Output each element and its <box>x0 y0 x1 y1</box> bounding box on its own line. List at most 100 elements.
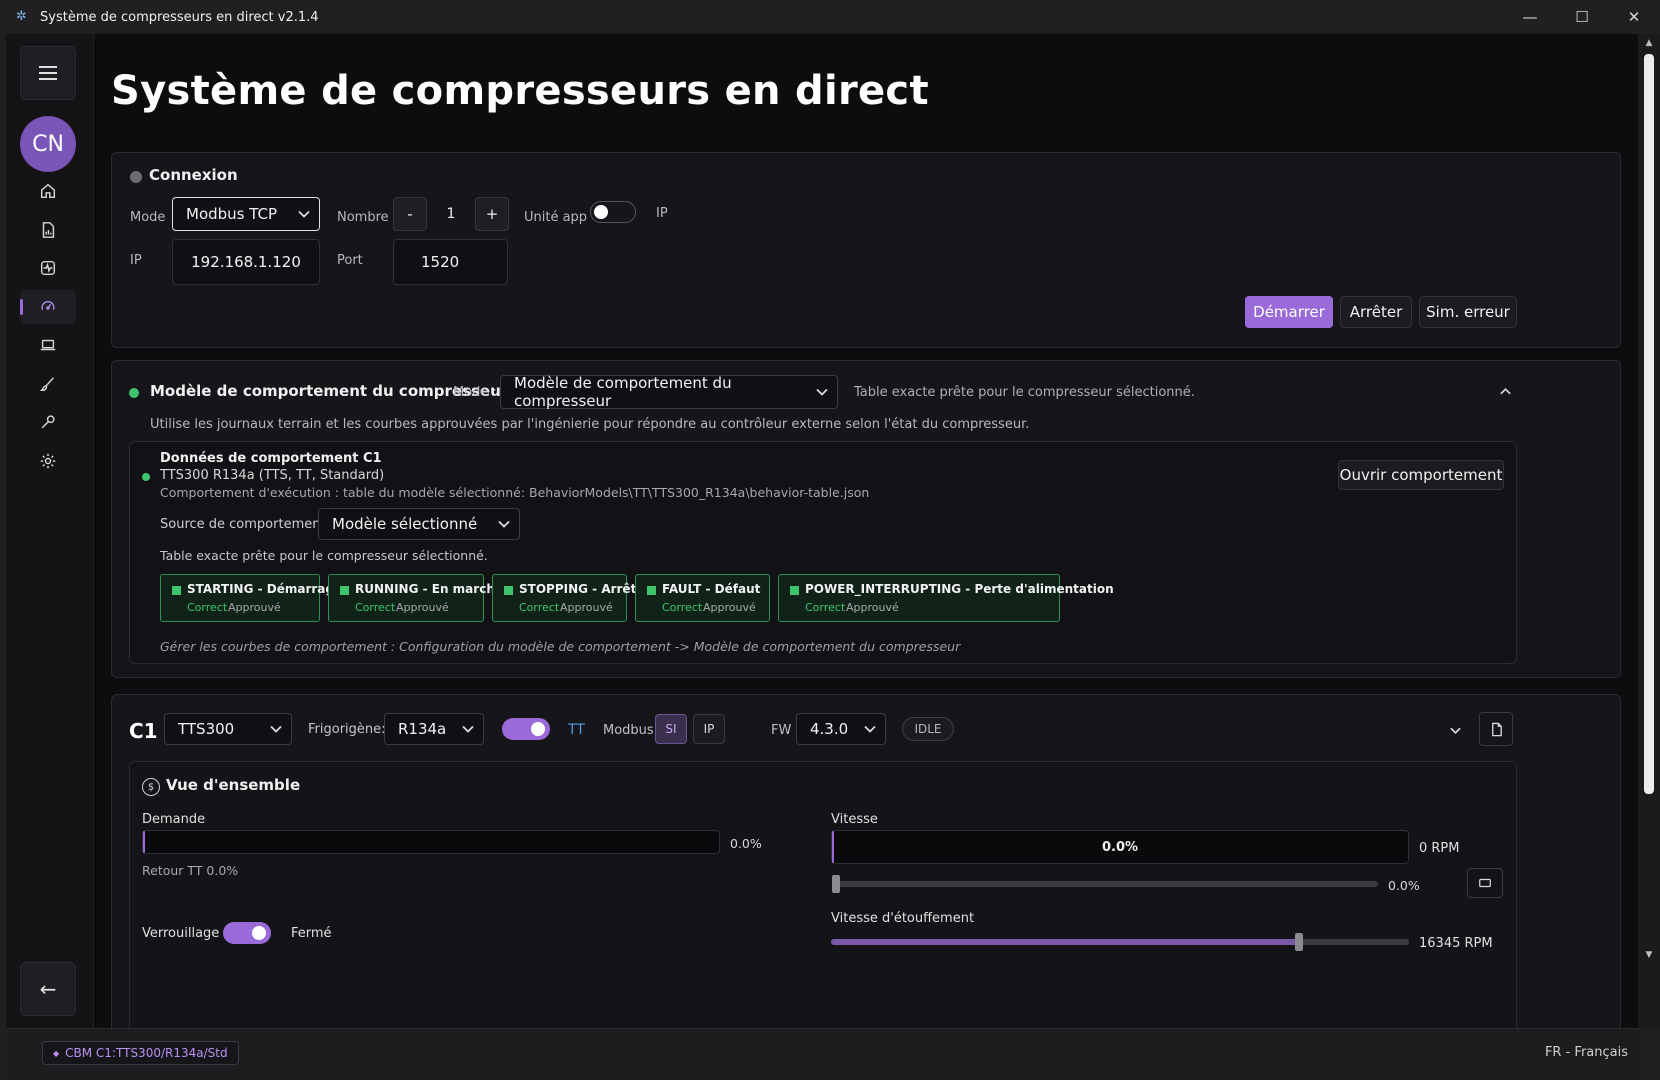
speed-bar-fill <box>832 831 834 863</box>
state-approval: Approuvé <box>396 601 449 614</box>
compressor-model-select[interactable]: TTS300 <box>164 713 292 745</box>
count-label: Nombre <box>337 210 389 225</box>
state-chip-stopping[interactable]: STOPPING - Arrêt Correct Approuvé <box>492 574 636 622</box>
pulse-icon <box>40 260 56 276</box>
state-status: Correct <box>187 601 228 614</box>
nav-reports[interactable] <box>20 213 76 247</box>
nav-devices[interactable] <box>20 328 76 362</box>
ip-input[interactable]: 192.168.1.120 <box>172 239 320 285</box>
page-title: Système de compresseurs en direct <box>111 68 929 114</box>
speed-slider-thumb[interactable] <box>832 875 840 893</box>
app-icon: ✲ <box>16 9 27 24</box>
demand-value: 0.0% <box>730 836 762 851</box>
connection-status-dot <box>130 171 142 183</box>
state-chip-power-interrupting[interactable]: POWER_INTERRUPTING - Perte d'alimentatio… <box>778 574 1114 622</box>
state-chip-starting[interactable]: STARTING - Démarrage Correct Approuvé <box>160 574 342 622</box>
state-name: STOPPING - Arrêt <box>519 582 637 596</box>
open-behavior-button[interactable]: Ouvrir comportement <box>1338 460 1504 490</box>
refrigerant-value: R134a <box>398 720 447 738</box>
behavior-footer-note: Gérer les courbes de comportement : Conf… <box>160 639 961 654</box>
state-ok-indicator <box>340 586 349 595</box>
connection-card: Connexion Mode Modbus TCP Nombre - 1 + U… <box>111 152 1621 348</box>
speed-slider-track[interactable] <box>834 881 1378 887</box>
speed-slider-value: 0.0% <box>1388 878 1420 893</box>
state-ok-indicator <box>647 586 656 595</box>
avatar[interactable]: CN <box>20 116 76 172</box>
document-icon <box>1491 722 1502 736</box>
stop-button[interactable]: Arrêter <box>1340 296 1412 328</box>
maximize-icon[interactable]: ☐ <box>1556 0 1608 34</box>
speed-label: Vitesse <box>831 812 878 827</box>
state-chip-running[interactable]: RUNNING - En marche Correct Approuvé <box>328 574 503 622</box>
nav-home[interactable] <box>20 174 76 208</box>
nav-editor[interactable] <box>20 367 76 401</box>
refrigerant-label: Frigorigène: <box>308 722 386 737</box>
back-button[interactable]: ← <box>20 962 76 1016</box>
toggle-knob <box>252 926 266 940</box>
chevron-down-icon <box>1449 727 1461 734</box>
state-status: Correct <box>662 601 703 614</box>
nav-activity[interactable] <box>20 251 76 285</box>
ip-toggle-label: IP <box>656 206 668 221</box>
state-chip-fault[interactable]: FAULT - Défaut Correct Approuvé <box>635 574 770 622</box>
state-status: Correct <box>355 601 396 614</box>
choke-slider-track[interactable] <box>831 939 1409 945</box>
vertical-scrollbar[interactable]: ▲ ▼ <box>1638 34 1660 1028</box>
mode-select[interactable]: Modbus TCP <box>172 197 320 231</box>
ip-units-button[interactable]: IP <box>693 714 725 744</box>
unit-app-label: Unité app <box>524 210 588 225</box>
state-ok-indicator <box>504 586 513 595</box>
close-icon[interactable]: ✕ <box>1608 0 1660 34</box>
scroll-up-icon[interactable]: ▲ <box>1638 34 1660 52</box>
state-ok-indicator <box>172 586 181 595</box>
count-decrement-button[interactable]: - <box>393 197 427 231</box>
speed-input-button[interactable] <box>1467 868 1503 898</box>
compressor-enable-toggle[interactable] <box>502 718 550 740</box>
start-button[interactable]: Démarrer <box>1245 296 1333 328</box>
behavior-data-dot <box>142 473 150 481</box>
scroll-down-icon[interactable]: ▼ <box>1638 946 1660 964</box>
fw-label: FW <box>771 723 792 738</box>
behavior-source-select[interactable]: Modèle sélectionné <box>318 508 520 540</box>
compressor-model-value: TTS300 <box>178 720 235 738</box>
chevron-down-icon <box>489 517 519 531</box>
collapse-button[interactable] <box>1493 379 1517 403</box>
compressor-card: C1 TTS300 Frigorigène: R134a TT Modbus S… <box>111 694 1621 1028</box>
compressor-id: C1 <box>129 719 158 743</box>
count-increment-button[interactable]: + <box>475 197 509 231</box>
modbus-label: Modbus <box>603 723 654 738</box>
language-selector[interactable]: FR - Français <box>1545 1045 1628 1060</box>
behavior-mode-select[interactable]: Modèle de comportement du compresseur <box>500 374 838 410</box>
state-approval: Approuvé <box>846 601 899 614</box>
export-button[interactable] <box>1479 712 1513 746</box>
connection-status-chip[interactable]: ◆ CBM C1:TTS300/R134a/Std <box>42 1041 239 1065</box>
overview-icon: $ <box>142 778 160 796</box>
sim-error-button[interactable]: Sim. erreur <box>1419 296 1517 328</box>
firmware-value: 4.3.0 <box>810 720 849 738</box>
si-units-button[interactable]: SI <box>655 714 687 744</box>
state-approval: Approuvé <box>560 601 613 614</box>
status-chip-text: CBM C1:TTS300/R134a/Std <box>65 1046 228 1060</box>
choke-slider-thumb[interactable] <box>1295 933 1304 951</box>
nav-settings[interactable] <box>20 444 76 478</box>
return-text: Retour TT 0.0% <box>142 863 239 878</box>
minimize-icon[interactable]: — <box>1504 0 1556 34</box>
firmware-select[interactable]: 4.3.0 <box>796 713 886 745</box>
refrigerant-select[interactable]: R134a <box>384 713 484 745</box>
arrow-left-icon: ← <box>39 977 57 1001</box>
nav-compressors[interactable] <box>20 290 76 324</box>
state-name: RUNNING - En marche <box>355 582 503 596</box>
behavior-data-panel: Données de comportement C1 TTS300 R134a … <box>129 441 1517 664</box>
choke-slider-fill <box>831 939 1300 945</box>
menu-button[interactable] <box>20 46 76 100</box>
unit-app-toggle[interactable] <box>590 201 636 223</box>
nav-tools[interactable] <box>20 405 76 439</box>
scrollbar-thumb[interactable] <box>1644 54 1654 794</box>
count-value[interactable]: 1 <box>427 197 475 231</box>
chevron-up-icon <box>1499 387 1511 394</box>
behavior-model-card: Modèle de comportement du compresseur Mo… <box>111 360 1621 678</box>
state-status: Correct <box>805 601 846 614</box>
lock-toggle[interactable] <box>223 922 271 944</box>
port-input[interactable]: 1520 <box>393 239 508 285</box>
expand-button[interactable] <box>1444 719 1466 741</box>
